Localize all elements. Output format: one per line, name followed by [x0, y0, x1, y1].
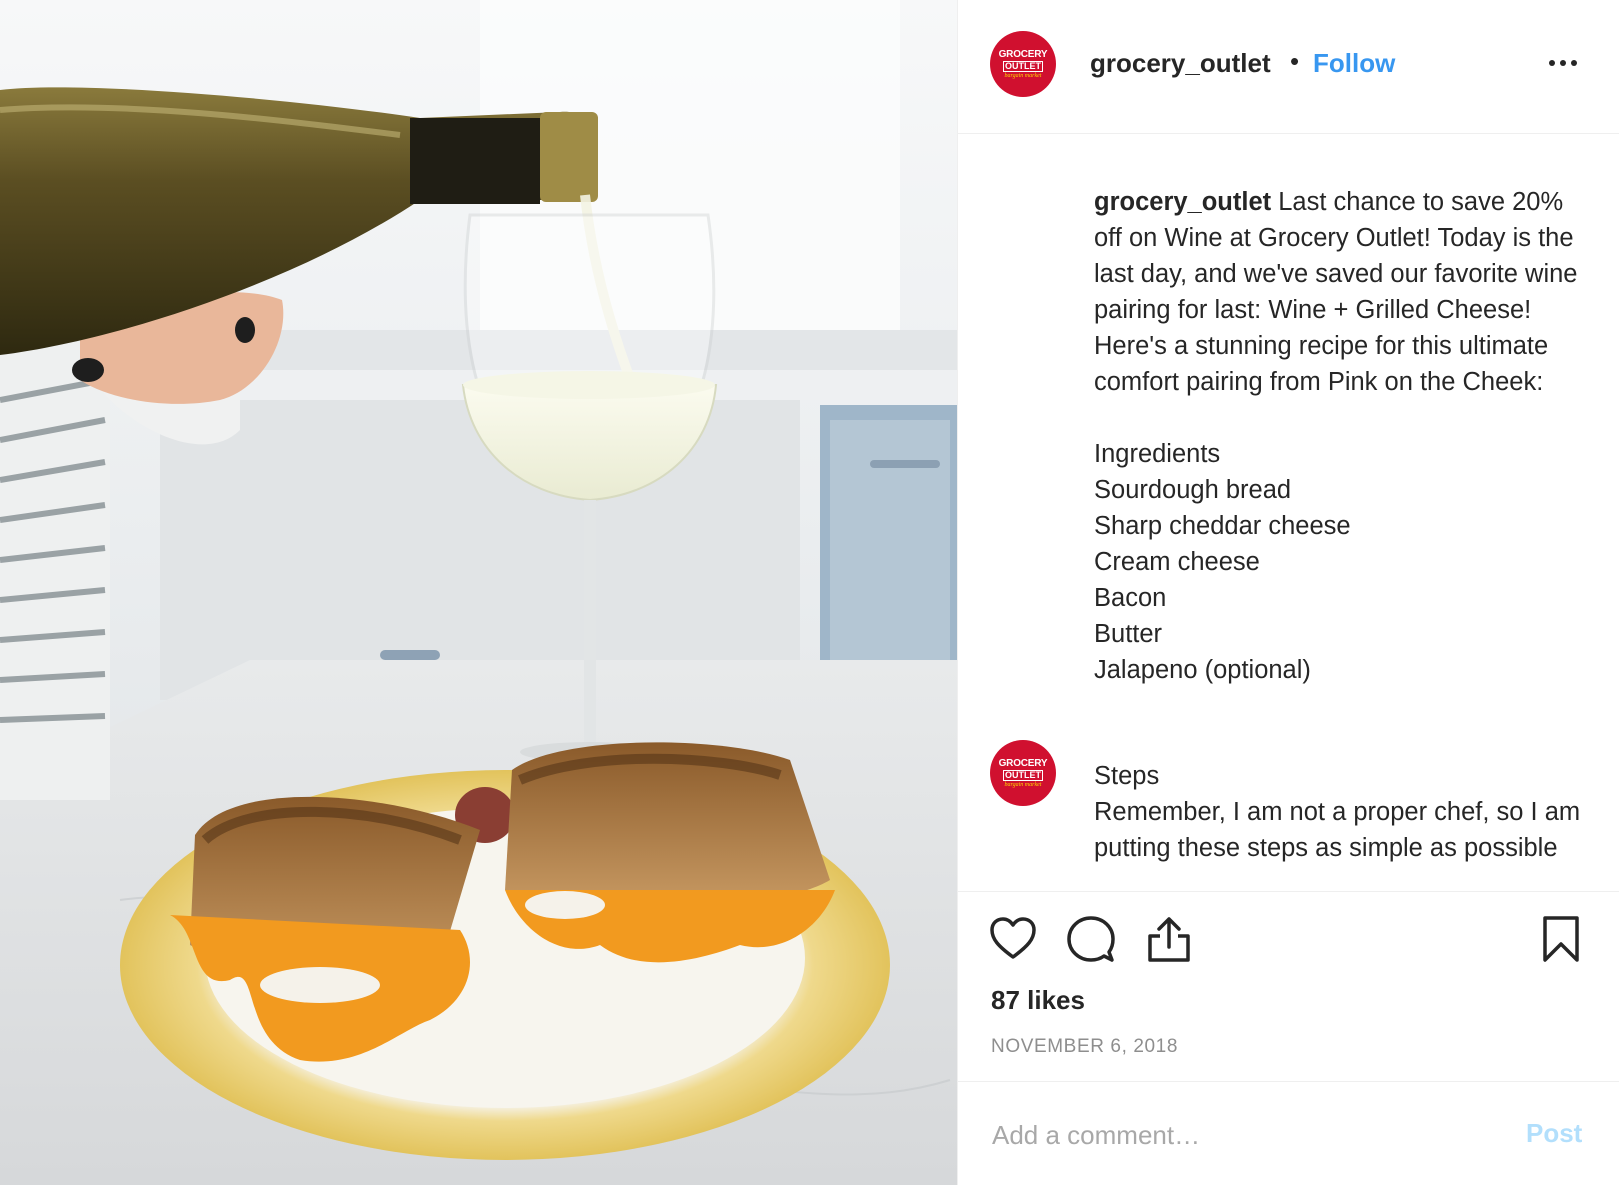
bookmark-icon[interactable] — [1536, 914, 1586, 964]
post-action-bar — [958, 891, 1619, 975]
post-photo[interactable] — [0, 0, 957, 1185]
avatar-logo-line3: bargain market — [1004, 73, 1042, 79]
share-icon[interactable] — [1144, 914, 1194, 964]
post-date[interactable]: NOVEMBER 6, 2018 — [991, 1036, 1178, 1058]
post-comment-button[interactable]: Post — [1526, 1118, 1582, 1149]
avatar-logo-line2: OUTLET — [1003, 770, 1043, 781]
avatar-logo-line2: OUTLET — [1003, 61, 1043, 72]
more-options-icon[interactable] — [1546, 46, 1580, 80]
header-separator: • — [1290, 46, 1300, 76]
comment-bar: Post — [958, 1081, 1619, 1185]
comment-bubble-icon[interactable] — [1066, 914, 1116, 964]
caption-steps-text: Steps Remember, I am not a proper chef, … — [1094, 762, 1581, 862]
caption-scroll-area[interactable]: grocery_outlet Last chance to save 20% o… — [958, 134, 1619, 891]
heart-icon[interactable] — [988, 914, 1038, 964]
follow-button[interactable]: Follow — [1313, 48, 1395, 79]
instagram-post: GROCERY OUTLET bargain market grocery_ou… — [0, 0, 1619, 1185]
post-caption: grocery_outlet Last chance to save 20% o… — [1094, 184, 1594, 688]
post-header: GROCERY OUTLET bargain market grocery_ou… — [958, 0, 1619, 134]
profile-avatar[interactable]: GROCERY OUTLET bargain market — [990, 31, 1056, 97]
likes-count[interactable]: 87 likes — [991, 985, 1085, 1016]
avatar-logo-line1: GROCERY — [998, 758, 1048, 769]
caption-username-link[interactable]: grocery_outlet — [1094, 188, 1271, 216]
avatar-logo-line1: GROCERY — [998, 49, 1048, 60]
comment-input[interactable] — [990, 1112, 1514, 1158]
avatar-logo-line3: bargain market — [1004, 782, 1042, 788]
wine-grilled-cheese-photo — [0, 0, 957, 1185]
header-username-link[interactable]: grocery_outlet — [1090, 48, 1271, 79]
post-side-panel: GROCERY OUTLET bargain market grocery_ou… — [957, 0, 1619, 1185]
caption-text: Last chance to save 20% off on Wine at G… — [1094, 188, 1578, 684]
comment-avatar[interactable]: GROCERY OUTLET bargain market — [990, 740, 1056, 806]
